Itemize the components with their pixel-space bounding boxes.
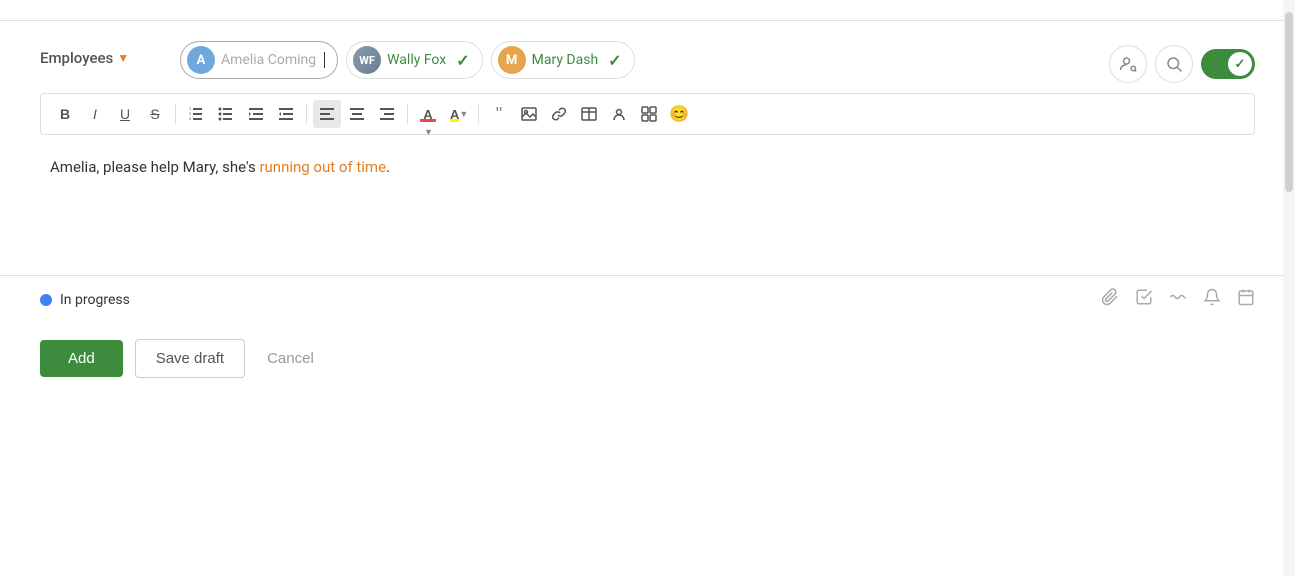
- avatar-amelia: A: [187, 46, 215, 74]
- strikethrough-button[interactable]: S: [141, 100, 169, 128]
- dropdown-arrow-icon[interactable]: ▼: [117, 51, 129, 65]
- editor-area[interactable]: Amelia, please help Mary, she's running …: [40, 145, 1255, 265]
- bell-icon[interactable]: [1203, 288, 1221, 311]
- wave-icon[interactable]: [1169, 288, 1187, 311]
- tag-wally[interactable]: WF Wally Fox ✓: [346, 41, 483, 79]
- status-right: [1101, 288, 1255, 311]
- status-dot: [40, 294, 52, 306]
- tag-amelia[interactable]: A Amelia Coming: [180, 41, 338, 79]
- attachment-icon[interactable]: [1101, 288, 1119, 311]
- right-icons: ✓: [1109, 45, 1255, 83]
- align-right-button[interactable]: [373, 100, 401, 128]
- employees-label: Employees ▼: [40, 49, 170, 67]
- align-left-button[interactable]: [313, 100, 341, 128]
- add-button[interactable]: Add: [40, 340, 123, 377]
- bg-color-button[interactable]: A ▼: [444, 100, 472, 128]
- tag-name-mary: Mary Dash: [532, 52, 599, 68]
- link-button[interactable]: [545, 100, 573, 128]
- align-center-button[interactable]: [343, 100, 371, 128]
- status-row: In progress: [0, 275, 1295, 323]
- tag-name-amelia: Amelia Coming: [221, 52, 316, 68]
- toggle-knob: ✓: [1228, 52, 1252, 76]
- scrollbar[interactable]: [1283, 0, 1295, 576]
- ordered-list-button[interactable]: 1 2 3: [182, 100, 210, 128]
- tags-area: A Amelia Coming WF Wally Fox ✓ M Mary Da…: [180, 41, 1099, 79]
- editor-text: Amelia, please help Mary, she's running …: [50, 158, 390, 176]
- toggle-check-icon: ✓: [1235, 56, 1246, 72]
- calendar-icon[interactable]: [1237, 288, 1255, 311]
- status-left: In progress: [40, 292, 130, 308]
- emoji-button[interactable]: 😊: [665, 100, 693, 128]
- wally-check-icon: ✓: [456, 51, 469, 70]
- text-cursor: [324, 52, 325, 68]
- image-button[interactable]: [515, 100, 543, 128]
- toggle-switch[interactable]: ✓: [1201, 49, 1255, 79]
- font-color-button[interactable]: A ▼: [414, 100, 442, 128]
- save-draft-button[interactable]: Save draft: [135, 339, 245, 378]
- unordered-list-button[interactable]: [212, 100, 240, 128]
- toolbar-sep-3: [407, 104, 408, 124]
- avatar-wally: WF: [353, 46, 381, 74]
- editor-toolbar: B I U S 1 2 3: [40, 93, 1255, 135]
- person-search-button[interactable]: [1109, 45, 1147, 83]
- avatar-wally-photo: WF: [353, 46, 381, 74]
- employees-row: Employees ▼ A Amelia Coming WF Wally Fox…: [0, 31, 1295, 93]
- bold-button[interactable]: B: [51, 100, 79, 128]
- editor-text-highlight: running out of time: [259, 158, 386, 176]
- avatar-mary: M: [498, 46, 526, 74]
- indent-button[interactable]: [272, 100, 300, 128]
- mention-button[interactable]: [605, 100, 633, 128]
- scrollbar-thumb[interactable]: [1285, 12, 1293, 192]
- toolbar-sep-1: [175, 104, 176, 124]
- outdent-button[interactable]: [242, 100, 270, 128]
- table-button[interactable]: [575, 100, 603, 128]
- italic-button[interactable]: I: [81, 100, 109, 128]
- actions-row: Add Save draft Cancel: [0, 323, 1295, 394]
- table2-button[interactable]: [635, 100, 663, 128]
- toolbar-sep-2: [306, 104, 307, 124]
- underline-button[interactable]: U: [111, 100, 139, 128]
- toolbar-sep-4: [478, 104, 479, 124]
- main-container: Employees ▼ A Amelia Coming WF Wally Fox…: [0, 0, 1295, 576]
- checklist-icon[interactable]: [1135, 288, 1153, 311]
- mary-check-icon: ✓: [608, 51, 621, 70]
- tag-name-wally: Wally Fox: [387, 52, 446, 68]
- editor-text-plain: Amelia, please help Mary, she's: [50, 158, 259, 176]
- quote-button[interactable]: ": [485, 100, 513, 128]
- employees-text: Employees: [40, 49, 113, 67]
- tag-mary[interactable]: M Mary Dash ✓: [491, 41, 635, 79]
- cancel-button[interactable]: Cancel: [257, 340, 324, 377]
- editor-text-end: .: [386, 158, 390, 176]
- svg-text:3: 3: [189, 116, 192, 121]
- search-button[interactable]: [1155, 45, 1193, 83]
- status-text: In progress: [60, 292, 130, 308]
